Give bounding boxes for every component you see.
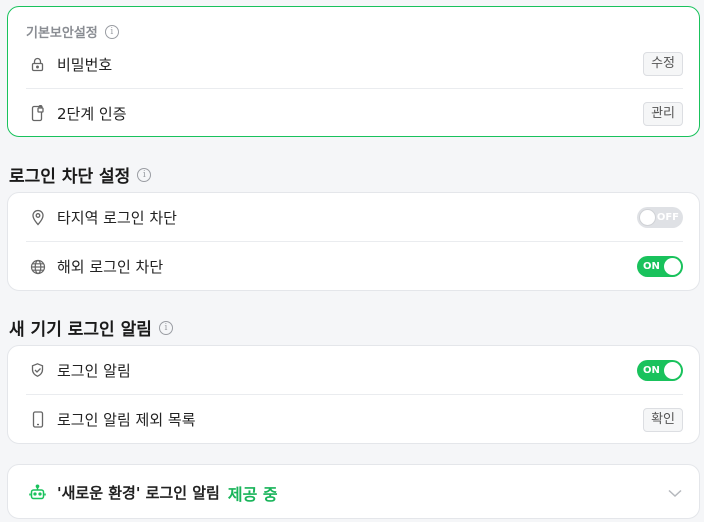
- password-label: 비밀번호: [57, 55, 113, 74]
- overseas-block-toggle[interactable]: ON: [637, 256, 683, 277]
- new-environment-status: 제공 중: [227, 484, 278, 504]
- login-alert-toggle[interactable]: ON: [637, 359, 683, 381]
- toggle-knob: [639, 208, 656, 226]
- alert-exclusion-label: 로그인 알림 제외 목록: [57, 411, 196, 429]
- globe-icon: [29, 258, 46, 275]
- shield-check-icon: [29, 362, 46, 379]
- toggle-knob: [664, 258, 681, 275]
- region-block-row: 타지역 로그인 차단 OFF: [26, 193, 683, 242]
- phone-lock-icon: [29, 105, 46, 122]
- new-device-title-text: 새 기기 로그인 알림: [9, 320, 152, 340]
- new-device-card: 로그인 알림 ON 로그인 알림 제외 목록 확인: [7, 345, 700, 444]
- overseas-block-row: 해외 로그인 차단 ON: [26, 242, 683, 291]
- manage-two-factor-button[interactable]: 관리: [643, 101, 683, 126]
- password-row: 비밀번호 수정: [26, 40, 683, 89]
- basic-security-title: 기본보안설정: [26, 26, 98, 41]
- mobile-icon: [29, 411, 46, 428]
- region-block-toggle[interactable]: OFF: [637, 206, 683, 228]
- toggle-state: OFF: [656, 211, 679, 223]
- toggle-knob: [664, 361, 681, 379]
- view-exclusion-button[interactable]: 확인: [643, 407, 683, 432]
- login-alert-label: 로그인 알림: [57, 361, 131, 380]
- chevron-down-icon[interactable]: [667, 483, 683, 502]
- lock-icon: [29, 56, 46, 73]
- basic-security-card: 기본보안설정 i 비밀번호 수정 2단계 인증 관리: [7, 6, 700, 137]
- robot-icon: [29, 484, 46, 501]
- overseas-block-label: 해외 로그인 차단: [57, 258, 164, 276]
- location-pin-icon: [29, 209, 46, 226]
- info-icon[interactable]: i: [137, 167, 152, 182]
- two-factor-label: 2단계 인증: [57, 105, 127, 123]
- region-block-label: 타지역 로그인 차단: [57, 208, 177, 227]
- alert-exclusion-row: 로그인 알림 제외 목록 확인: [26, 395, 683, 444]
- login-block-card: 타지역 로그인 차단 OFF 해외 로그인 차단 ON: [7, 192, 700, 291]
- toggle-state: ON: [643, 261, 660, 272]
- new-device-title: 새 기기 로그인 알림 i: [9, 315, 173, 340]
- login-alert-row: 로그인 알림 ON: [26, 346, 683, 395]
- info-icon[interactable]: i: [158, 320, 173, 335]
- toggle-state: ON: [643, 364, 660, 376]
- edit-password-button[interactable]: 수정: [643, 52, 683, 76]
- two-factor-row: 2단계 인증 관리: [26, 89, 683, 138]
- login-block-title: 로그인 차단 설정 i: [9, 162, 152, 187]
- basic-security-heading: 기본보안설정 i: [26, 22, 119, 41]
- new-environment-label: '새로운 환경' 로그인 알림: [57, 484, 220, 502]
- new-environment-row[interactable]: '새로운 환경' 로그인 알림 제공 중: [26, 468, 683, 517]
- new-environment-card[interactable]: '새로운 환경' 로그인 알림 제공 중: [7, 464, 700, 519]
- login-block-title-text: 로그인 차단 설정: [9, 167, 131, 187]
- info-icon[interactable]: i: [104, 24, 119, 39]
